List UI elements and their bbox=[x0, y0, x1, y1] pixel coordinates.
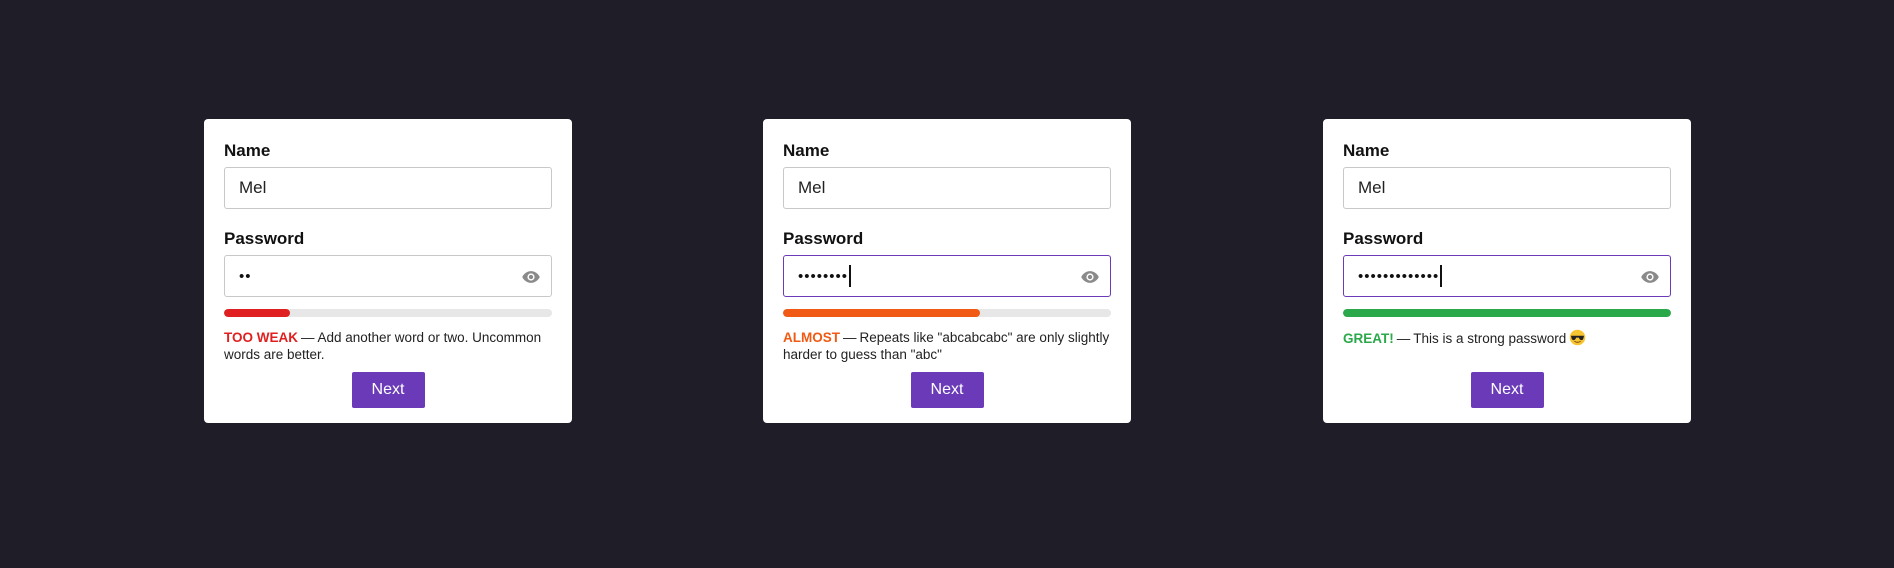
eye-icon[interactable] bbox=[1640, 267, 1660, 287]
password-input-value: •• bbox=[239, 268, 252, 285]
strength-status: TOO WEAK bbox=[224, 330, 298, 345]
password-strength-meter bbox=[1343, 309, 1671, 317]
name-input-value: Mel bbox=[239, 178, 267, 197]
password-label: Password bbox=[1343, 229, 1424, 248]
next-button[interactable]: Next bbox=[351, 372, 425, 408]
name-input-value: Mel bbox=[1358, 178, 1386, 197]
separator-dash: — bbox=[1396, 331, 1411, 346]
password-masked-text: •••••••• bbox=[798, 267, 849, 285]
password-feedback: TOO WEAK — Add another word or two. Uncomm… bbox=[224, 329, 552, 363]
name-input[interactable]: Mel bbox=[224, 167, 552, 209]
signup-card-great: Name Mel Password ••••••••••••• GREAT! — T… bbox=[1323, 119, 1691, 423]
name-input[interactable]: Mel bbox=[783, 167, 1111, 209]
password-label: Password bbox=[224, 229, 305, 248]
name-label: Name bbox=[224, 141, 271, 160]
name-label: Name bbox=[783, 141, 830, 160]
password-input[interactable]: •••••••• bbox=[783, 255, 1111, 297]
password-strength-meter bbox=[783, 309, 1111, 317]
next-button[interactable]: Next bbox=[1470, 372, 1544, 408]
separator-dash: — bbox=[843, 330, 857, 345]
password-feedback: ALMOST — Repeats like "abcabcabc" are only… bbox=[783, 329, 1111, 363]
eye-icon[interactable] bbox=[1080, 267, 1100, 287]
separator-dash: — bbox=[301, 330, 315, 345]
password-strength-meter bbox=[224, 309, 552, 317]
feedback-message: This is a strong password bbox=[1413, 331, 1567, 346]
name-input[interactable]: Mel bbox=[1343, 167, 1671, 209]
next-button[interactable]: Next bbox=[910, 372, 984, 408]
password-strength-fill bbox=[224, 309, 290, 317]
sunglasses-emoji-icon bbox=[1570, 329, 1586, 346]
password-strength-fill bbox=[783, 309, 980, 317]
text-caret bbox=[849, 265, 851, 287]
password-label: Password bbox=[783, 229, 864, 248]
password-input[interactable]: •• bbox=[224, 255, 552, 297]
name-label: Name bbox=[1343, 141, 1390, 160]
text-caret bbox=[1440, 265, 1442, 287]
password-masked-text: ••••••••••••• bbox=[1358, 267, 1440, 285]
password-input-value: ••••••••••••• bbox=[1358, 265, 1442, 287]
password-input-value: •••••••• bbox=[798, 265, 851, 287]
password-strength-fill bbox=[1343, 309, 1671, 317]
strength-status: ALMOST bbox=[783, 330, 840, 345]
name-input-value: Mel bbox=[798, 178, 826, 197]
password-input[interactable]: ••••••••••••• bbox=[1343, 255, 1671, 297]
password-feedback: GREAT! — This is a strong password bbox=[1343, 329, 1671, 363]
password-masked-text: •• bbox=[239, 267, 252, 285]
strength-status: GREAT! bbox=[1343, 331, 1394, 346]
eye-icon[interactable] bbox=[521, 267, 541, 287]
signup-card-too-weak: Name Mel Password •• TOO WEAK — Add anothe… bbox=[204, 119, 572, 423]
signup-card-almost: Name Mel Password •••••••• ALMOST — Repeat… bbox=[763, 119, 1131, 423]
